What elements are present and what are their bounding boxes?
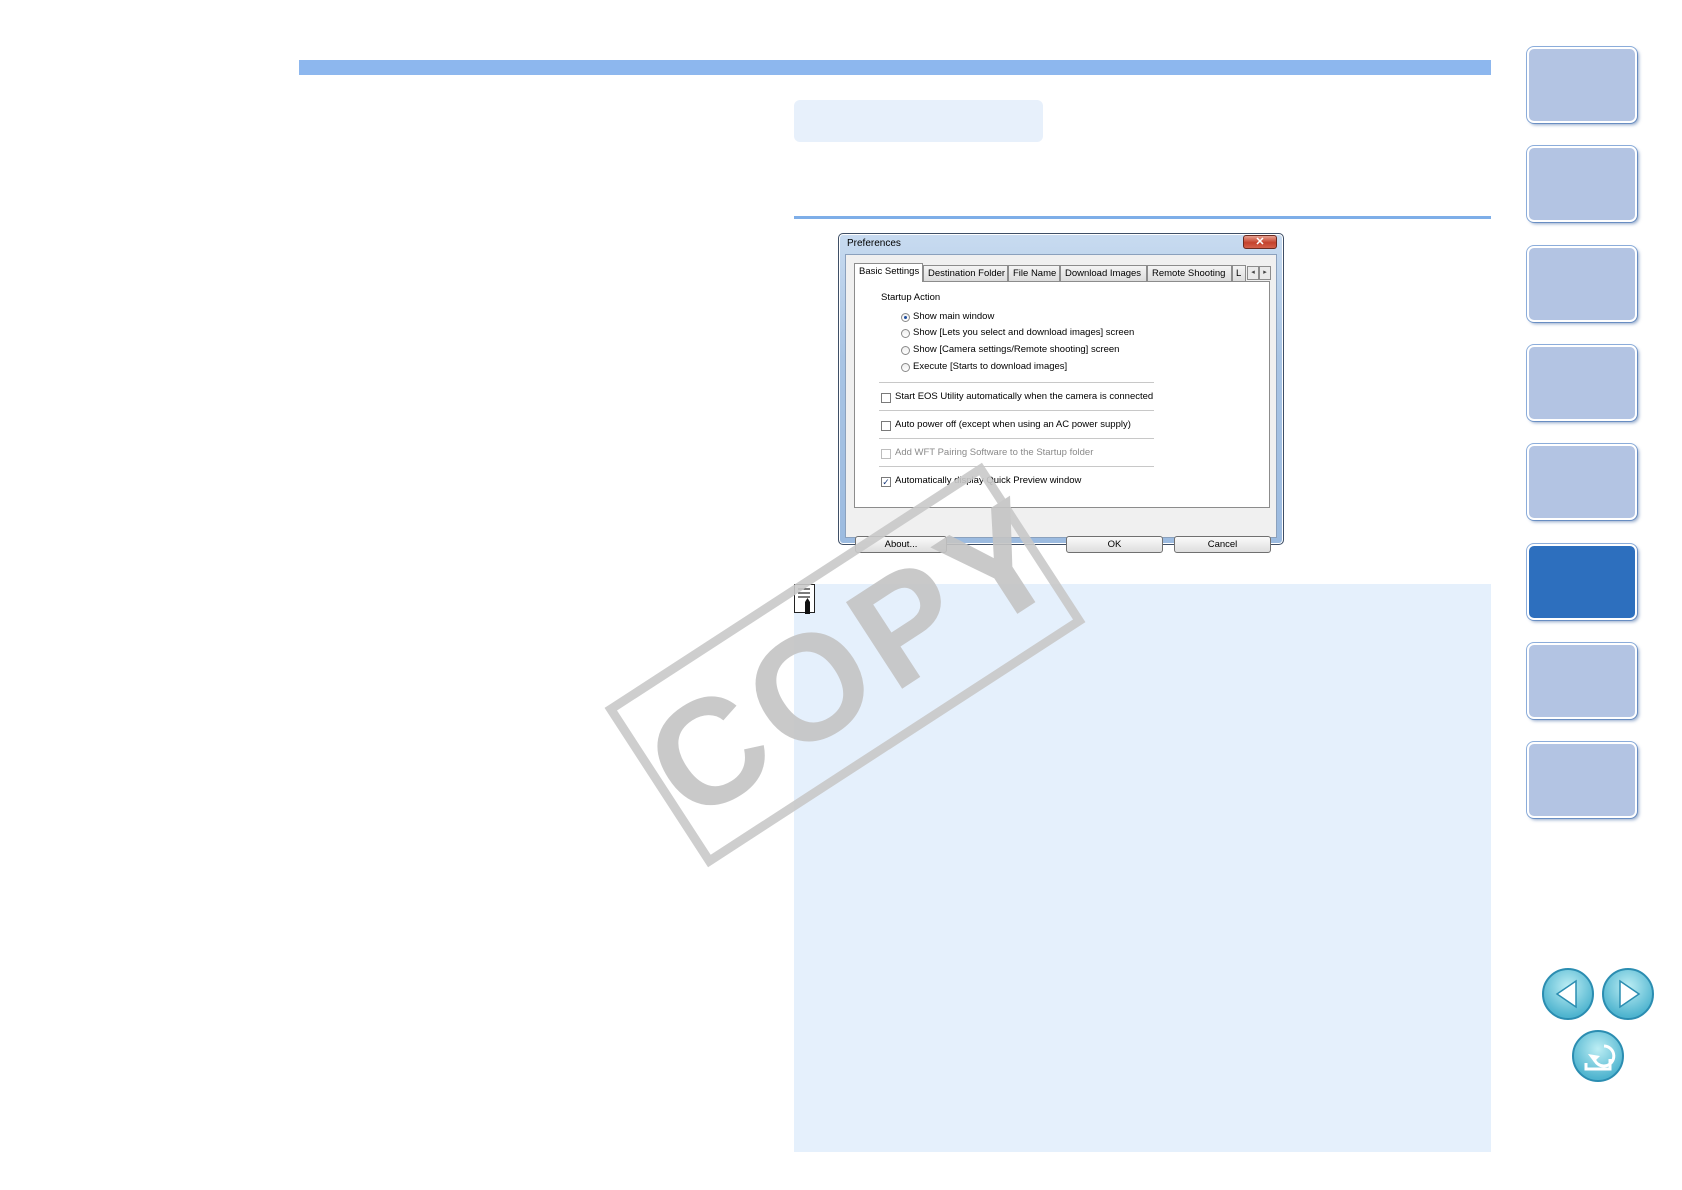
checkbox-auto-power-off[interactable]: [881, 421, 891, 431]
ok-button[interactable]: OK: [1066, 536, 1163, 553]
side-nav-tab-6-active[interactable]: [1527, 544, 1637, 620]
checkbox-label: Start EOS Utility automatically when the…: [895, 391, 1154, 402]
side-nav-tab-2[interactable]: [1527, 146, 1637, 222]
checkbox-start-eos-utility[interactable]: [881, 393, 891, 403]
tab-remote-shooting[interactable]: Remote Shooting: [1147, 265, 1232, 281]
return-button[interactable]: [1572, 1030, 1624, 1082]
basic-settings-page: Startup Action Show main window Show [Le…: [854, 281, 1270, 508]
section-divider: [794, 216, 1491, 219]
separator: [879, 466, 1154, 467]
tab-destination-folder[interactable]: Destination Folder: [923, 265, 1008, 281]
previous-page-icon: [1555, 979, 1577, 1009]
next-page-button[interactable]: [1602, 968, 1654, 1020]
radio-show-main-window[interactable]: [901, 313, 910, 322]
radio-label: Show [Camera settings/Remote shooting] s…: [913, 344, 1120, 355]
checkbox-label: Add WFT Pairing Software to the Startup …: [895, 447, 1094, 458]
header-bar: [299, 60, 1491, 75]
startup-action-label: Startup Action: [881, 292, 941, 303]
radio-show-download-screen[interactable]: [901, 329, 910, 338]
side-nav-tab-3[interactable]: [1527, 246, 1637, 322]
dialog-title: Preferences: [847, 238, 901, 249]
radio-label: Execute [Starts to download images]: [913, 361, 1068, 372]
return-icon: [1584, 1044, 1616, 1071]
tab-basic-settings[interactable]: Basic Settings: [854, 263, 923, 282]
tab-download-images[interactable]: Download Images: [1060, 265, 1147, 281]
close-button[interactable]: ✕: [1243, 235, 1277, 249]
next-page-icon: [1619, 979, 1641, 1009]
separator: [879, 438, 1154, 439]
side-nav-tab-1[interactable]: [1527, 47, 1637, 123]
radio-label: Show [Lets you select and download image…: [913, 327, 1135, 338]
radio-execute-download[interactable]: [901, 363, 910, 372]
section-title-box: [794, 100, 1043, 142]
dialog-client-area: Basic Settings Destination Folder File N…: [845, 254, 1277, 553]
separator: [879, 410, 1154, 411]
tab-file-name[interactable]: File Name: [1008, 265, 1060, 281]
radio-label: Show main window: [913, 311, 995, 322]
tab-scroll-left-icon[interactable]: ◂: [1247, 266, 1259, 280]
tab-bar: Basic Settings Destination Folder File N…: [854, 263, 1274, 282]
checkbox-label: Auto power off (except when using an AC …: [895, 419, 1131, 430]
side-nav-tab-8[interactable]: [1527, 742, 1637, 818]
tab-scroll-right-icon[interactable]: ▸: [1259, 266, 1271, 280]
side-nav-tab-7[interactable]: [1527, 643, 1637, 719]
radio-show-camera-settings[interactable]: [901, 346, 910, 355]
side-nav-tab-4[interactable]: [1527, 345, 1637, 421]
separator: [879, 382, 1154, 383]
side-nav-tab-5[interactable]: [1527, 444, 1637, 520]
previous-page-button[interactable]: [1542, 968, 1594, 1020]
checkbox-quick-preview[interactable]: ✓: [881, 477, 891, 487]
preferences-dialog: Preferences ✕ Basic Settings Destination…: [838, 233, 1284, 553]
checkbox-wft-pairing: [881, 449, 891, 459]
cancel-button[interactable]: Cancel: [1174, 536, 1271, 553]
tab-truncated[interactable]: L: [1232, 265, 1246, 281]
